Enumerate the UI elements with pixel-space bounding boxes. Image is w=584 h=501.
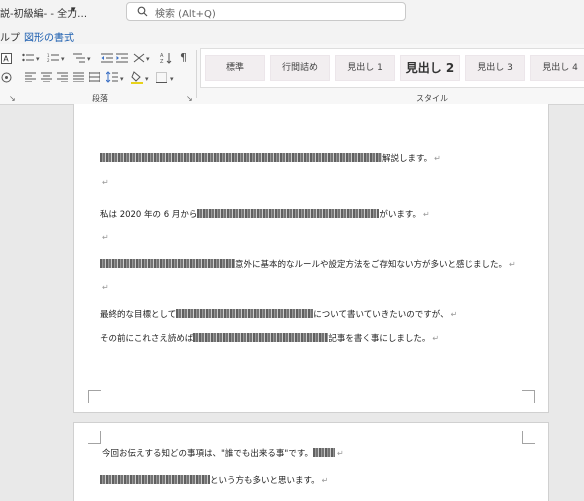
paragraph: という方も多いと思います。 ↵: [100, 474, 328, 486]
style-heading-1[interactable]: 見出し 1: [335, 55, 395, 81]
style-heading-4[interactable]: 見出し 4: [530, 55, 584, 81]
numbering-icon[interactable]: 1 2: [47, 53, 59, 63]
redacted-text: [193, 333, 329, 342]
paragraph-mark: ↵: [432, 334, 440, 343]
paragraph-mark: ↵: [336, 449, 344, 458]
borders-dropdown-icon[interactable]: ▾: [170, 74, 174, 84]
paragraph-text: がいます。: [379, 210, 422, 220]
sort-icon[interactable]: AZ: [160, 52, 172, 64]
asian-layout-icon[interactable]: [133, 53, 145, 63]
crop-mark: [88, 390, 101, 403]
paragraph: 解説します。 ↵: [100, 152, 441, 164]
asian-layout-dropdown-icon[interactable]: ▾: [146, 54, 150, 64]
paragraph-text: その前にこれさえ読めば: [100, 334, 194, 344]
shading-dropdown-icon[interactable]: ▾: [145, 74, 149, 84]
paragraph: 今回お伝えする知どの事項は、"誰でも出来る事"です。 ↵: [102, 447, 344, 459]
paragraph-text: 記事を書く事にしました。: [328, 334, 431, 344]
paragraph: 最終的な目標として について書いていきたいのですが、 ↵: [100, 308, 457, 320]
tab-help[interactable]: ルプ: [0, 29, 20, 44]
paragraph: 意外に基本的なルールや設定方法をご存知ない方が多いと感じました。 ↵: [100, 258, 516, 270]
clipboard-launcher-icon[interactable]: ↘: [9, 94, 16, 103]
paragraph-mark: ↵: [450, 310, 458, 319]
bullets-dropdown-icon[interactable]: ▾: [36, 54, 40, 64]
paragraph-mark: ↵: [509, 260, 516, 269]
svg-text:Z: Z: [160, 59, 164, 64]
styles-group-label: スタイル: [416, 94, 448, 103]
empty-paragraph-mark: ↵: [102, 233, 109, 242]
line-spacing-dropdown-icon[interactable]: ▾: [120, 74, 124, 84]
paragraph-mark: ↵: [423, 210, 430, 219]
decrease-indent-icon[interactable]: [101, 53, 113, 63]
crop-mark: [522, 390, 535, 403]
show-marks-icon[interactable]: ¶: [180, 52, 187, 63]
paragraph-launcher-icon[interactable]: ↘: [186, 94, 193, 103]
empty-paragraph-mark: ↵: [102, 178, 109, 187]
numbering-dropdown-icon[interactable]: ▾: [61, 54, 65, 64]
ribbon-tabs: ルプ 図形の書式: [0, 24, 584, 44]
paragraph-text: 意外に基本的なルールや設定方法をご存知ない方が多いと感じました。: [235, 260, 508, 270]
redacted-text: [100, 153, 382, 162]
paragraph-text: 今回お伝えする知どの事項は、"誰でも出来る事"です。: [102, 449, 313, 459]
increase-indent-icon[interactable]: [116, 53, 128, 63]
distributed-icon[interactable]: [89, 72, 100, 82]
bullets-icon[interactable]: [22, 53, 34, 63]
search-box[interactable]: 検索 (Alt+Q): [126, 2, 406, 21]
redacted-text: [312, 448, 335, 457]
ribbon: A ▾ 1 2 ▾ ▾ ▾ AZ ¶ ▾ ▾ ▾ ↘ 段落 ↘ 標準 行間詰め …: [0, 44, 584, 105]
text-box-icon[interactable]: A: [1, 53, 12, 64]
svg-text:A: A: [3, 55, 9, 64]
style-normal[interactable]: 標準: [205, 55, 265, 81]
document-page[interactable]: 解説します。 ↵ ↵ 私は 2020 年の 6 月から がいます。 ↵ ↵ 意外に基本…: [73, 104, 549, 413]
redacted-text: [197, 209, 380, 218]
tab-shape-format[interactable]: 図形の書式: [24, 29, 74, 44]
title-dropdown-icon[interactable]: ▾: [71, 5, 76, 15]
paragraph-text: という方も多いと思います。: [210, 476, 320, 486]
paragraph: その前にこれさえ読めば 記事を書く事にしました。 ↵: [100, 332, 439, 344]
styles-gallery: 標準 行間詰め 見出し 1 見出し 2 見出し 3 見出し 4: [200, 48, 584, 88]
title-bar: 説-初級編- - 全力… ▾ 検索 (Alt+Q): [0, 0, 584, 24]
svg-text:2: 2: [47, 58, 50, 63]
style-heading-3[interactable]: 見出し 3: [465, 55, 525, 81]
group-divider: [196, 50, 197, 98]
paragraph-group-label: 段落: [92, 94, 108, 103]
search-icon: [137, 6, 148, 17]
phonetic-guide-icon[interactable]: [1, 72, 12, 83]
paragraph-mark: ↵: [321, 476, 329, 485]
redacted-text: [100, 259, 235, 268]
shading-icon[interactable]: [131, 71, 143, 84]
style-heading-2[interactable]: 見出し 2: [400, 55, 460, 81]
style-no-spacing[interactable]: 行間詰め: [270, 55, 330, 81]
document-page[interactable]: 今回お伝えする知どの事項は、"誰でも出来る事"です。 ↵ という方も多いと思います…: [73, 422, 549, 501]
crop-mark: [522, 431, 535, 444]
multilevel-list-icon[interactable]: [73, 53, 85, 63]
borders-icon[interactable]: [156, 72, 167, 83]
paragraph-group: A ▾ 1 2 ▾ ▾ ▾ AZ ¶ ▾ ▾ ▾ ↘ 段落 ↘: [0, 44, 196, 104]
paragraph-text: 私は 2020 年の 6 月から: [100, 210, 198, 220]
align-left-icon[interactable]: [25, 72, 36, 82]
multilevel-dropdown-icon[interactable]: ▾: [87, 54, 91, 64]
redacted-text: [176, 309, 314, 318]
line-spacing-icon[interactable]: [106, 71, 118, 83]
crop-mark: [88, 431, 101, 444]
paragraph-text: 解説します。: [382, 154, 433, 164]
justify-icon[interactable]: [73, 72, 84, 82]
redacted-text: [100, 475, 210, 484]
empty-paragraph-mark: ↵: [102, 283, 109, 292]
paragraph: 私は 2020 年の 6 月から がいます。 ↵: [100, 208, 430, 220]
align-center-icon[interactable]: [41, 72, 52, 82]
paragraph-text: 最終的な目標として: [100, 310, 177, 320]
align-right-icon[interactable]: [57, 72, 68, 82]
paragraph-text: について書いていきたいのですが、: [313, 310, 449, 320]
search-input[interactable]: 検索 (Alt+Q): [155, 5, 216, 20]
paragraph-mark: ↵: [434, 154, 441, 163]
